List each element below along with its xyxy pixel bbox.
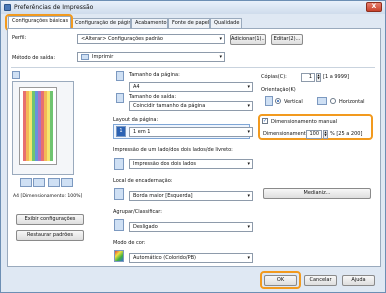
page-layout-value: 1 em 1 (133, 129, 151, 135)
layout-view-icon-1[interactable] (20, 178, 32, 187)
tab-page-setup[interactable]: Configuração de página (71, 18, 131, 28)
binding-icon (114, 188, 124, 200)
scaling-range: % [25 a 200] (330, 131, 363, 137)
landscape-icon (317, 97, 327, 105)
close-button[interactable]: X (366, 2, 382, 12)
page-layout-icon: 1 (116, 126, 126, 137)
manual-scaling-checkbox[interactable]: ✓ (262, 118, 268, 124)
page-size-value: A4 (133, 84, 140, 90)
preview-page (19, 87, 57, 165)
chevron-down-icon: ▾ (247, 193, 250, 199)
output-size-select[interactable]: Coincidir tamanho da página ▾ (129, 101, 253, 111)
ok-button[interactable]: OK (264, 275, 297, 286)
chevron-down-icon: ▾ (247, 103, 250, 109)
print-preferences-window: Preferências de Impressão X Configuraçõe… (0, 0, 386, 293)
add-profile-button[interactable]: Adicionar(1)... (230, 34, 266, 45)
profile-select[interactable]: <Alterar> Configurações padrão ▾ (77, 34, 225, 44)
color-mode-value: Automático (Colorido/PB) (133, 255, 196, 261)
collate-value: Desligado (133, 224, 158, 230)
scaling-spin-button[interactable]: ▲ ▼ (323, 130, 328, 139)
duplex-icon (114, 158, 124, 170)
layout-view-icon-2[interactable] (33, 178, 45, 187)
collate-label: Agrupar/Classificar: (113, 209, 162, 215)
output-size-value: Coincidir tamanho da página (133, 103, 206, 109)
color-mode-select[interactable]: Automático (Colorido/PB) ▾ (129, 253, 253, 263)
chevron-down-icon: ▾ (247, 161, 250, 167)
color-mode-label: Modo de cor: (113, 240, 146, 246)
page-layout-label: Layout da página: (113, 117, 159, 123)
color-mode-icon (114, 250, 124, 262)
restore-defaults-button[interactable]: Restaurar padrões (16, 230, 84, 241)
chevron-down-icon: ▾ (247, 84, 250, 90)
chevron-down-icon: ▾ (219, 36, 222, 42)
preview-mode-icon[interactable] (12, 71, 20, 79)
copies-label: Cópias(C): (261, 74, 287, 80)
chevron-down-icon: ▾ (247, 224, 250, 230)
chevron-down-icon: ▾ (219, 54, 222, 60)
duplex-select[interactable]: Impressão dos dois lados ▾ (129, 159, 253, 169)
help-button[interactable]: Ajuda (342, 275, 375, 286)
portrait-radio[interactable] (275, 98, 281, 104)
collate-select[interactable]: Desligado ▾ (129, 222, 253, 232)
output-method-select[interactable]: Imprimir ▾ (77, 52, 225, 62)
printer-icon (81, 54, 89, 60)
cancel-button[interactable]: Cancelar (304, 275, 337, 286)
output-method-label: Método de saída: (12, 55, 56, 61)
scaling-label: Dimensionamento: (263, 131, 311, 137)
portrait-icon (265, 96, 273, 106)
portrait-label: Vertical (284, 99, 303, 105)
output-size-icon (116, 93, 124, 103)
duplex-value: Impressão dos dois lados (133, 161, 196, 167)
page-size-select[interactable]: A4 ▾ (129, 82, 253, 92)
page-size-icon (116, 71, 124, 81)
profile-value: <Alterar> Configurações padrão (81, 36, 163, 42)
header-separator (11, 67, 375, 68)
chevron-down-icon: ▾ (247, 129, 250, 135)
scaling-input[interactable]: 100 (306, 130, 322, 139)
tab-basic-settings[interactable]: Configurações básicas (8, 16, 71, 28)
copies-spin-button[interactable]: ▲ ▼ (316, 73, 321, 82)
copies-range: [1 a 9999] (323, 74, 350, 80)
title-bar: Preferências de Impressão X (1, 1, 385, 14)
output-size-label: Tamanho de saída: (129, 94, 177, 100)
manual-scaling-label: Dimensionamento manual (271, 119, 338, 125)
view-settings-button[interactable]: Exibir configurações (16, 214, 84, 225)
preview-status: A4 [Dimensionamento: 100%] (13, 194, 83, 199)
printer-app-icon (4, 4, 11, 11)
output-method-value: Imprimir (92, 54, 114, 60)
binding-location-value: Borda maior [Esquerda] (133, 193, 193, 199)
preview-image (23, 91, 53, 161)
tab-paper-source[interactable]: Fonte de papel (168, 18, 210, 28)
collate-icon (114, 219, 124, 231)
page-size-label: Tamanho da página: (129, 72, 180, 78)
binding-location-label: Local de encadernação: (113, 178, 173, 184)
gutter-button[interactable]: Medianiz... (263, 188, 371, 199)
page-layout-select[interactable]: 1 em 1 ▾ (129, 127, 253, 137)
profile-label: Perfil: (12, 35, 27, 41)
binding-location-select[interactable]: Borda maior [Esquerda] ▾ (129, 191, 253, 201)
chevron-down-icon: ▾ (247, 255, 250, 261)
landscape-radio[interactable] (330, 98, 336, 104)
tab-quality[interactable]: Qualidade (210, 18, 242, 28)
duplex-label: Impressão de um lado/dos dois lados/de l… (113, 147, 233, 153)
layout-view-icon-3[interactable] (48, 178, 60, 187)
edit-profile-button[interactable]: Editar(2)... (271, 34, 303, 45)
landscape-label: Horizontal (339, 99, 365, 105)
layout-view-icon-4[interactable] (61, 178, 73, 187)
window-title: Preferências de Impressão (14, 4, 94, 11)
copies-input[interactable]: 1 (301, 73, 315, 82)
orientation-label: Orientação(K) (261, 87, 296, 93)
tab-finishing[interactable]: Acabamento (131, 18, 168, 28)
